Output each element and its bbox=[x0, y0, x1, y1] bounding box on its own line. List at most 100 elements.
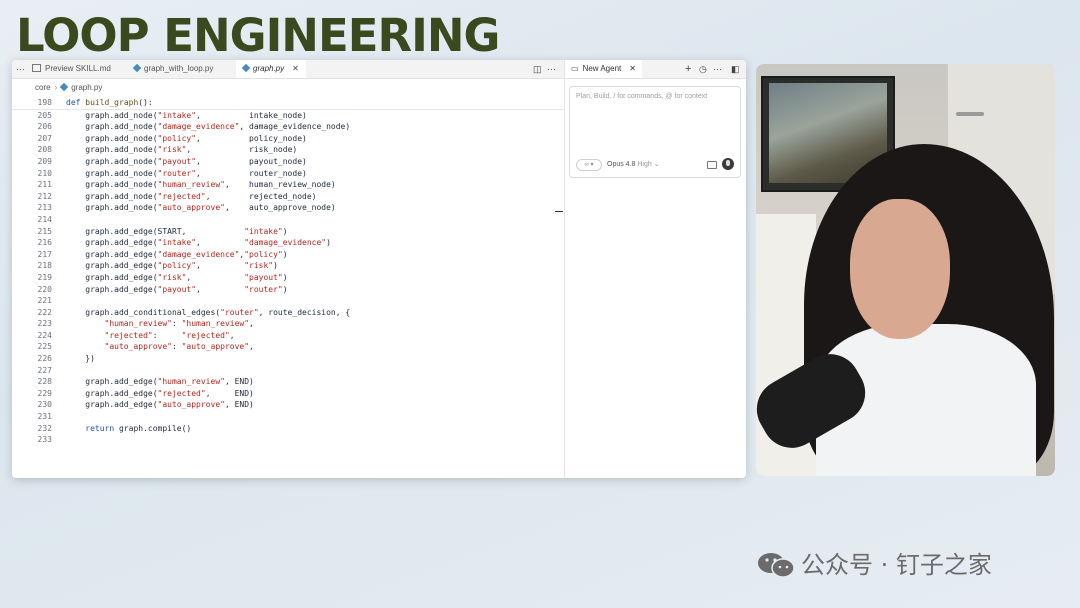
code-line[interactable]: 210 graph.add_node("router", router_node… bbox=[12, 168, 564, 180]
agent-tab-bar: ▭ New Agent ✕ + ◷ ··· ◧ bbox=[565, 60, 746, 79]
code-text: graph.add_node("policy", policy_node) bbox=[66, 133, 307, 143]
line-number: 198 bbox=[37, 98, 52, 107]
line-number: 210 bbox=[37, 168, 52, 178]
line-number: 224 bbox=[37, 330, 52, 340]
microphone-icon[interactable] bbox=[722, 158, 734, 170]
more-icon[interactable]: ··· bbox=[547, 60, 556, 78]
split-editor-icon[interactable]: ◫ bbox=[533, 60, 542, 78]
code-text: graph.add_node("auto_approve", auto_appr… bbox=[66, 203, 336, 213]
code-line[interactable]: 215 graph.add_edge(START, "intake") bbox=[12, 226, 564, 238]
tab-new-agent[interactable]: ▭ New Agent ✕ bbox=[565, 60, 642, 78]
code-area[interactable]: 198 def build_graph(): 205 graph.add_node… bbox=[12, 97, 564, 446]
code-line[interactable]: 208 graph.add_node("risk", risk_node) bbox=[12, 144, 564, 156]
plus-icon[interactable]: + bbox=[685, 60, 691, 78]
mode-toggle[interactable]: ∞ ▾ bbox=[576, 159, 602, 171]
code-text: graph.add_node("router", router_node) bbox=[66, 168, 307, 178]
tab-graph-with-loop[interactable]: graph_with_loop.py bbox=[132, 60, 213, 78]
code-line[interactable]: 214 bbox=[12, 214, 564, 226]
model-selector[interactable]: Opus 4.8 High ⌄ bbox=[607, 159, 660, 171]
prompt-placeholder[interactable]: Plan, Build, / for commands, @ for conte… bbox=[576, 93, 707, 100]
code-line[interactable]: 213 graph.add_node("auto_approve", auto_… bbox=[12, 202, 564, 214]
line-number: 212 bbox=[37, 191, 52, 201]
code-line[interactable]: 223 "human_review": "human_review", bbox=[12, 318, 564, 330]
line-number: 209 bbox=[37, 156, 52, 166]
close-icon[interactable]: ✕ bbox=[292, 64, 299, 73]
code-text: graph.add_node("intake", intake_node) bbox=[66, 110, 307, 120]
code-line[interactable]: 233 bbox=[12, 434, 564, 446]
scrollbar-marker[interactable] bbox=[555, 211, 563, 212]
line-number: 218 bbox=[37, 261, 52, 271]
code-text: return graph.compile() bbox=[85, 423, 192, 433]
breadcrumb-file[interactable]: graph.py bbox=[71, 83, 102, 92]
presenter-face bbox=[850, 199, 950, 339]
code-text: graph.add_node("rejected", rejected_node… bbox=[66, 191, 317, 201]
more-icon[interactable]: ··· bbox=[16, 60, 25, 78]
agent-prompt-box[interactable]: Plan, Build, / for commands, @ for conte… bbox=[569, 86, 741, 178]
code-line[interactable]: 230 graph.add_edge("auto_approve", END) bbox=[12, 399, 564, 411]
code-line[interactable]: 227 bbox=[12, 365, 564, 377]
code-line[interactable]: 228 graph.add_edge("human_review", END) bbox=[12, 376, 564, 388]
chevron-down-icon: ⌄ bbox=[653, 161, 660, 168]
code-line[interactable]: 231 bbox=[12, 411, 564, 423]
python-diamond-icon bbox=[241, 63, 251, 73]
close-icon[interactable]: ✕ bbox=[629, 64, 636, 73]
sticky-scroll-line[interactable]: 198 def build_graph(): bbox=[12, 97, 564, 110]
slide-title: LOOP ENGINEERING bbox=[16, 9, 500, 62]
code-text: graph.add_node("risk", risk_node) bbox=[66, 145, 298, 155]
code-line[interactable]: 212 graph.add_node("rejected", rejected_… bbox=[12, 191, 564, 203]
code-line[interactable]: 211 graph.add_node("human_review", human… bbox=[12, 179, 564, 191]
code-line[interactable]: 219 graph.add_edge("risk", "payout") bbox=[12, 272, 564, 284]
keyword: def bbox=[66, 98, 81, 107]
tab-graph-py[interactable]: graph.py ✕ bbox=[236, 60, 306, 78]
code-text: }) bbox=[66, 354, 95, 364]
code-text: graph.add_edge("auto_approve", END) bbox=[66, 400, 254, 410]
code-line[interactable]: 225 "auto_approve": "auto_approve", bbox=[12, 341, 564, 353]
python-diamond-icon bbox=[132, 63, 142, 73]
more-icon[interactable]: ··· bbox=[713, 60, 722, 78]
file-icon bbox=[32, 64, 41, 72]
line-number: 208 bbox=[37, 145, 52, 155]
line-number: 211 bbox=[37, 180, 52, 190]
python-diamond-icon bbox=[59, 82, 69, 92]
code-line[interactable]: 205 graph.add_node("intake", intake_node… bbox=[12, 110, 564, 122]
chevron-right-icon: › bbox=[54, 83, 58, 92]
line-number: 228 bbox=[37, 377, 52, 387]
code-line[interactable]: 207 graph.add_node("policy", policy_node… bbox=[12, 133, 564, 145]
breadcrumb-folder[interactable]: core bbox=[35, 83, 51, 92]
image-icon[interactable] bbox=[707, 161, 717, 169]
function-signature: (): bbox=[138, 98, 153, 107]
code-line[interactable]: 218 graph.add_edge("policy", "risk") bbox=[12, 260, 564, 272]
code-text: "rejected": "rejected", bbox=[104, 330, 235, 340]
line-number: 213 bbox=[37, 203, 52, 213]
line-number: 226 bbox=[37, 354, 52, 364]
panel-icon[interactable]: ◧ bbox=[731, 60, 740, 78]
webcam-video-feed bbox=[756, 64, 1055, 476]
code-line[interactable]: 209 graph.add_node("payout", payout_node… bbox=[12, 156, 564, 168]
infinity-icon: ∞ bbox=[584, 162, 589, 168]
code-text: graph.add_node("payout", payout_node) bbox=[66, 156, 307, 166]
code-text: graph.add_edge(START, "intake") bbox=[66, 226, 288, 236]
code-line[interactable]: 220 graph.add_edge("payout", "router") bbox=[12, 284, 564, 296]
code-line[interactable]: 229 graph.add_edge("rejected", END) bbox=[12, 388, 564, 400]
code-line[interactable]: 217 graph.add_edge("damage_evidence","po… bbox=[12, 249, 564, 261]
line-number: 207 bbox=[37, 133, 52, 143]
code-line[interactable]: 221 bbox=[12, 295, 564, 307]
code-line[interactable]: 224 "rejected": "rejected", bbox=[12, 330, 564, 342]
code-text: graph.add_edge("risk", "payout") bbox=[66, 272, 288, 282]
code-line[interactable]: 216 graph.add_edge("intake", "damage_evi… bbox=[12, 237, 564, 249]
code-line[interactable]: 226 }) bbox=[12, 353, 564, 365]
line-number: 222 bbox=[37, 307, 52, 317]
panel-divider[interactable] bbox=[564, 60, 565, 478]
line-number: 219 bbox=[37, 272, 52, 282]
code-line[interactable]: 222 graph.add_conditional_edges("router"… bbox=[12, 307, 564, 319]
history-icon[interactable]: ◷ bbox=[699, 60, 707, 78]
code-editor-window: ··· Preview SKILL.md graph_with_loop.py … bbox=[12, 60, 746, 478]
line-number: 229 bbox=[37, 388, 52, 398]
line-number: 205 bbox=[37, 110, 52, 120]
code-line[interactable]: 206 graph.add_node("damage_evidence", da… bbox=[12, 121, 564, 133]
tab-preview-skill[interactable]: Preview SKILL.md bbox=[32, 60, 111, 78]
line-number: 233 bbox=[37, 435, 52, 445]
code-text: graph.add_edge("intake", "damage_evidenc… bbox=[66, 238, 331, 248]
line-number: 214 bbox=[37, 214, 52, 224]
code-line[interactable]: 232 return graph.compile() bbox=[12, 423, 564, 435]
